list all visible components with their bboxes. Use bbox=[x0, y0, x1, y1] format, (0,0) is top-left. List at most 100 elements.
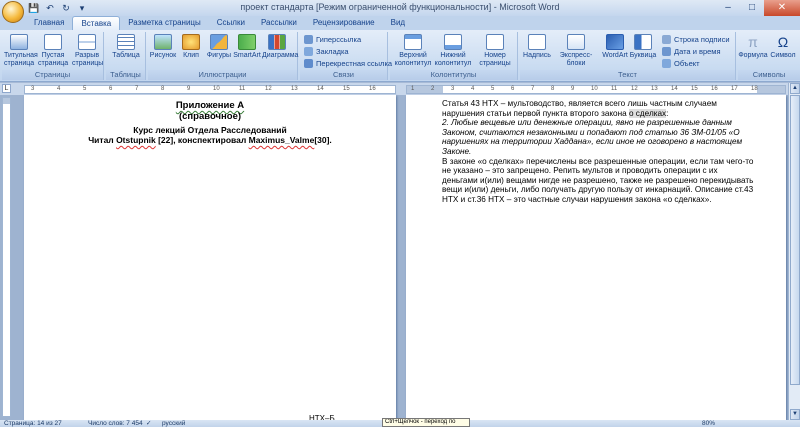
status-language[interactable]: русский bbox=[162, 420, 185, 427]
document-page-left[interactable]: Приложение А (справочное) Курс лекций От… bbox=[24, 95, 396, 423]
group-headers-footers: Верхний колонтитул Нижний колонтитул Ном… bbox=[390, 32, 518, 80]
equation-button[interactable]: π Формула bbox=[738, 34, 768, 60]
bookmark-button[interactable]: Закладка bbox=[304, 47, 349, 56]
calendar-icon bbox=[662, 47, 671, 56]
cover-page-button[interactable]: Титульная страница bbox=[4, 34, 38, 67]
ruler-tick-label: 2 bbox=[431, 86, 435, 92]
page2-body: Статья 43 НТХ – мультоводство, является … bbox=[442, 99, 754, 205]
signature-line-button[interactable]: Строка подписи bbox=[662, 35, 730, 44]
close-button[interactable]: ✕ bbox=[764, 0, 800, 16]
smartart-icon bbox=[238, 34, 256, 50]
tab-view[interactable]: Вид bbox=[383, 16, 413, 30]
clipart-icon bbox=[182, 34, 200, 50]
link-tooltip: Ctrl+Щелчок - переход по ссылке bbox=[382, 418, 470, 427]
ruler-tick-label: 11 bbox=[611, 86, 618, 92]
picture-button[interactable]: Рисунок bbox=[148, 34, 178, 60]
tab-mailings[interactable]: Рассылки bbox=[253, 16, 305, 30]
scroll-up-button[interactable]: ▲ bbox=[790, 83, 800, 94]
hyperlink-button[interactable]: Гиперссылка bbox=[304, 35, 361, 44]
ruler-tick-label: 12 bbox=[631, 86, 638, 92]
tab-review[interactable]: Рецензирование bbox=[305, 16, 383, 30]
ruler-tick-label: 8 bbox=[551, 86, 555, 92]
ruler-tick-label: 9 bbox=[571, 86, 575, 92]
author-name-2: Maximus_Valme bbox=[248, 135, 315, 145]
wordart-icon bbox=[606, 34, 624, 50]
status-page[interactable]: Страница: 14 из 27 bbox=[4, 420, 62, 427]
ruler-tick-label: 10 bbox=[591, 86, 598, 92]
status-word-count[interactable]: Число слов: 7 454 bbox=[88, 420, 143, 427]
ruler-tick-label: 1 bbox=[411, 86, 415, 92]
ruler-tick-label: 13 bbox=[651, 86, 658, 92]
chart-button[interactable]: Диаграмма bbox=[262, 34, 298, 60]
footer-button[interactable]: Нижний колонтитул bbox=[434, 34, 472, 67]
group-illustrations: Рисунок Клип Фигуры SmartArt Диаграмма И… bbox=[148, 32, 298, 80]
vertical-scrollbar[interactable]: ▲ ▼ bbox=[788, 83, 800, 420]
minimize-button[interactable]: – bbox=[716, 0, 740, 16]
authors-line: Читал Otstupnik [22], конспектировал Max… bbox=[88, 135, 332, 145]
cross-reference-icon bbox=[304, 59, 313, 68]
ribbon: Титульная страница Пустая страница Разры… bbox=[0, 30, 800, 82]
window-title: проект стандарта [Режим ограниченной фун… bbox=[240, 2, 560, 12]
tab-home[interactable]: Главная bbox=[26, 16, 72, 30]
dropcap-button[interactable]: Буквица bbox=[628, 34, 658, 60]
blank-page-button[interactable]: Пустая страница bbox=[38, 34, 68, 67]
horizontal-ruler-page2[interactable]: 1 2 3 4 5 6 7 8 9 10 11 12 13 14 15 16 17 18 bbox=[406, 85, 786, 94]
maximize-button[interactable]: □ bbox=[740, 0, 764, 16]
group-pages: Титульная страница Пустая страница Разры… bbox=[2, 32, 104, 80]
ruler-tick-label: 12 bbox=[265, 86, 272, 92]
ruler-tick-label: 3 bbox=[31, 86, 35, 92]
tab-insert[interactable]: Вставка bbox=[72, 16, 121, 30]
office-button[interactable] bbox=[2, 1, 24, 23]
scroll-thumb[interactable] bbox=[790, 95, 800, 385]
status-zoom[interactable]: 80% bbox=[702, 420, 715, 427]
ruler-tick-label: 8 bbox=[161, 86, 165, 92]
vertical-ruler[interactable] bbox=[2, 97, 11, 417]
ruler-tick-label: 3 bbox=[451, 86, 455, 92]
shapes-icon bbox=[210, 34, 228, 50]
group-label-tables: Таблицы bbox=[106, 70, 145, 80]
table-button[interactable]: Таблица bbox=[111, 34, 141, 60]
symbol-button[interactable]: Ω Символ bbox=[768, 34, 798, 60]
vertical-ruler-margin bbox=[3, 98, 10, 104]
object-button[interactable]: Объект bbox=[662, 59, 700, 68]
blank-page-icon bbox=[44, 34, 62, 50]
textbox-button[interactable]: Надпись bbox=[522, 34, 552, 60]
page-number-button[interactable]: Номер страницы bbox=[476, 34, 514, 67]
proofing-icon[interactable]: ✓ bbox=[146, 420, 151, 427]
group-links: Гиперссылка Закладка Перекрестная ссылка… bbox=[300, 32, 392, 80]
ribbon-tabs: Главная Вставка Разметка страницы Ссылки… bbox=[0, 16, 800, 30]
ruler-tick-label: 9 bbox=[187, 86, 191, 92]
ruler-tick-label: 6 bbox=[109, 86, 113, 92]
page-number-icon bbox=[486, 34, 504, 50]
tab-page-layout[interactable]: Разметка страницы bbox=[120, 16, 209, 30]
title-bar: 💾 ↶ ↻ ▾ проект стандарта [Режим ограниче… bbox=[0, 0, 800, 16]
tab-references[interactable]: Ссылки bbox=[209, 16, 253, 30]
horizontal-ruler-page1[interactable]: 3 4 5 6 7 8 9 10 11 12 13 14 15 16 bbox=[24, 85, 396, 94]
header-button[interactable]: Верхний колонтитул bbox=[394, 34, 432, 67]
scroll-down-button[interactable]: ▼ bbox=[790, 409, 800, 420]
cross-reference-button[interactable]: Перекрестная ссылка bbox=[304, 59, 392, 68]
highlighted-phrase: о сделках bbox=[628, 108, 667, 118]
bookmark-icon bbox=[304, 47, 313, 56]
date-time-button[interactable]: Дата и время bbox=[662, 47, 721, 56]
dropcap-icon bbox=[634, 34, 652, 50]
tab-selector[interactable]: L bbox=[2, 84, 11, 93]
shapes-button[interactable]: Фигуры bbox=[204, 34, 234, 60]
wordart-button[interactable]: WordArt bbox=[600, 34, 630, 60]
cover-page-icon bbox=[10, 34, 28, 50]
page-break-icon bbox=[78, 34, 96, 50]
omega-icon: Ω bbox=[777, 34, 789, 50]
smartart-button[interactable]: SmartArt bbox=[232, 34, 262, 60]
ruler-tick-label: 5 bbox=[491, 86, 495, 92]
quick-parts-button[interactable]: Экспресс-блоки bbox=[556, 34, 596, 67]
ruler-tick-label: 7 bbox=[135, 86, 139, 92]
ruler-tick-label: 10 bbox=[213, 86, 220, 92]
document-page-right[interactable]: Статья 43 НТХ – мультоводство, является … bbox=[406, 95, 786, 420]
textbox-icon bbox=[528, 34, 546, 50]
signature-icon bbox=[662, 35, 671, 44]
ruler-tick-label: 4 bbox=[471, 86, 475, 92]
page-break-button[interactable]: Разрыв страницы bbox=[72, 34, 103, 67]
group-label-headers-footers: Колонтитулы bbox=[390, 70, 517, 80]
paragraph-3: В законе «о сделках» перечислены все раз… bbox=[442, 156, 754, 204]
clipart-button[interactable]: Клип bbox=[176, 34, 206, 60]
